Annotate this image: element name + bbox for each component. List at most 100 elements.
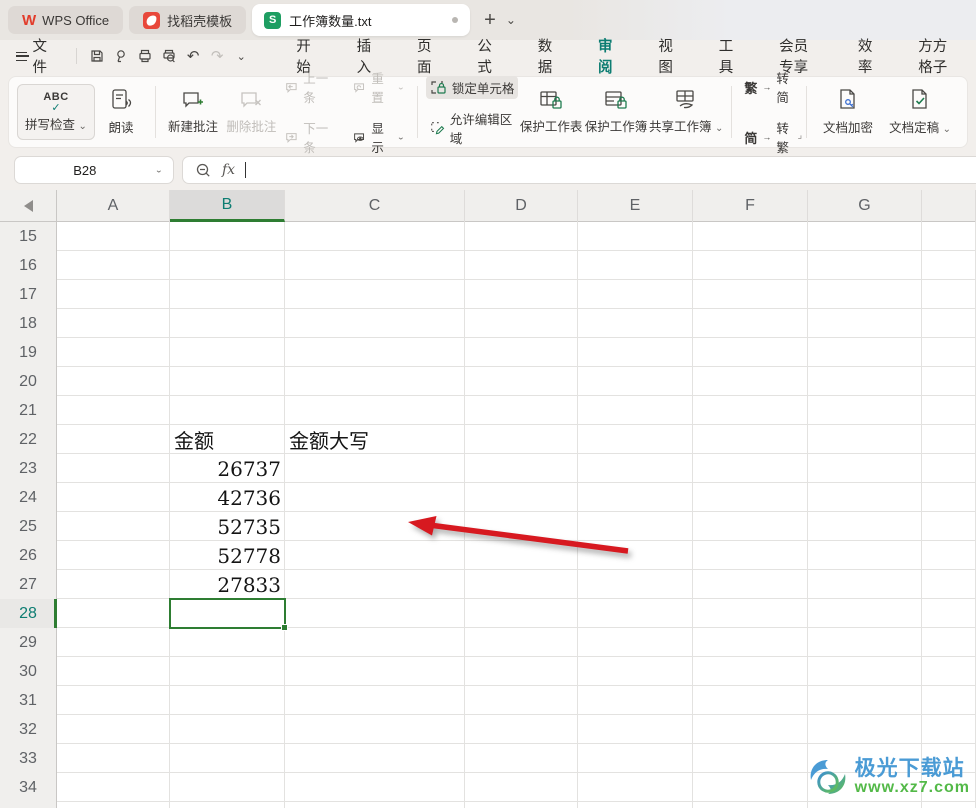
allow-edit-range-button[interactable]: 允许编辑区域	[426, 107, 519, 149]
name-box-chevron-icon[interactable]: ⌄	[155, 166, 163, 175]
new-comment-label: 新建批注	[168, 120, 219, 134]
formula-text-cursor	[245, 162, 247, 178]
lock-cell-button[interactable]: 锁定单元格	[425, 75, 519, 99]
show-icon	[354, 132, 365, 143]
share-workbook-label: 共享工作簿	[648, 120, 712, 134]
allow-edit-range-icon	[431, 122, 445, 135]
spell-check-button[interactable]: ABC ✓ 拼写检查 ⌄	[17, 84, 95, 140]
to-simplified-label: 转简	[776, 72, 789, 105]
export-icon	[117, 50, 125, 63]
reset-icon	[354, 82, 365, 93]
new-comment-button[interactable]: 新建批注	[164, 83, 222, 141]
next-comment-button[interactable]: 下一条	[281, 116, 340, 158]
traditional-to-simplified-button[interactable]: 繁 → 转简	[740, 66, 798, 108]
export-button[interactable]	[111, 45, 131, 67]
next-comment-label: 下一条	[303, 122, 329, 155]
share-workbook-icon	[676, 90, 694, 109]
hamburger-icon	[16, 51, 29, 61]
show-label: 显示	[371, 122, 384, 155]
ribbon-group-document: 文档加密 文档定稿 ⌄	[807, 81, 967, 143]
reset-label: 重置	[371, 72, 384, 105]
name-box[interactable]: B28 ⌄	[14, 156, 174, 184]
delete-comment-label: 删除批注	[226, 120, 277, 134]
simplified-to-traditional-button[interactable]: 简 → 转繁	[740, 116, 798, 158]
spreadsheet-icon: S	[264, 11, 282, 29]
fx-icon[interactable]: fx	[222, 162, 235, 178]
menu-item-page[interactable]: 页面	[403, 30, 449, 82]
ribbon-group-proofing: ABC ✓ 拼写检查 ⌄ 朗读	[9, 81, 155, 143]
file-menu-button[interactable]: 文件	[0, 35, 68, 77]
menu-bar: 文件 ↶ ↷ ⌄ 开始 插入 页面 公式 数据 审阅 视图 工具 会员专享 效率 方方格子	[0, 39, 976, 84]
tab-label: 找稻壳模板	[167, 13, 233, 29]
lock-cell-icon	[431, 80, 446, 94]
read-aloud-button[interactable]: 朗读	[95, 83, 147, 141]
protect-workbook-icon	[605, 91, 627, 109]
save-icon	[91, 50, 103, 62]
save-button[interactable]	[87, 45, 107, 67]
menu-item-data[interactable]: 数据	[524, 30, 570, 82]
document-finalize-label: 文档定稿	[889, 121, 940, 135]
docer-leaf-icon	[143, 11, 161, 29]
menu-item-efficiency[interactable]: 效率	[844, 30, 890, 82]
check-icon: ✓	[51, 101, 61, 114]
previous-comment-icon	[285, 82, 297, 93]
menu-item-review[interactable]: 审阅	[584, 30, 630, 84]
show-comment-button[interactable]: 显示 ⌄	[349, 116, 409, 158]
allow-edit-range-label: 允许编辑区域	[449, 112, 513, 146]
reset-comment-button[interactable]: 重置 ⌄	[349, 66, 409, 108]
new-tab-button[interactable]: +	[478, 9, 502, 32]
tab-label: WPS Office	[42, 12, 110, 28]
previous-comment-button[interactable]: 上一条	[281, 66, 340, 108]
new-comment-icon	[183, 92, 204, 108]
protect-sheet-icon	[540, 91, 562, 109]
tab-docer-templates[interactable]: 找稻壳模板	[129, 6, 247, 34]
delete-comment-icon	[241, 92, 262, 108]
protect-workbook-button[interactable]: 保护工作簿	[583, 83, 649, 141]
protect-sheet-label: 保护工作表	[519, 120, 583, 134]
ribbon-group-convert: 繁 → 转简 简 → 转繁 ⌟	[732, 72, 806, 155]
ribbon-group-comments: 新建批注 删除批注 上一条 下一条 重置 ⌄ 显示 ⌄	[156, 72, 417, 155]
next-comment-icon	[285, 132, 297, 143]
group-expand-icon[interactable]: ⌟	[797, 130, 802, 141]
delete-comment-button[interactable]: 删除批注	[222, 83, 280, 141]
previous-comment-label: 上一条	[303, 72, 329, 105]
spreadsheet-grid[interactable]: 极光下载站 www.xz7.com A B C D E F G 15 16 17 18 19 20 21 2…	[0, 190, 976, 808]
share-workbook-button[interactable]: 共享工作簿 ⌄	[649, 83, 724, 141]
name-box-value: B28	[73, 162, 97, 178]
tab-label: 工作簿数量.txt	[289, 13, 372, 29]
formula-bar[interactable]: fx	[182, 156, 976, 184]
print-preview-icon	[163, 49, 175, 63]
print-icon	[139, 49, 151, 63]
undo-icon: ↶	[186, 48, 200, 65]
to-traditional-label: 转繁	[776, 122, 789, 155]
tab-wps-home[interactable]: W WPS Office	[8, 6, 124, 34]
protect-sheet-button[interactable]: 保护工作表	[519, 83, 583, 141]
tab-list-chevron-icon[interactable]: ⌄	[502, 13, 520, 27]
protect-workbook-label: 保护工作簿	[584, 120, 648, 134]
document-finalize-button[interactable]: 文档定稿 ⌄	[881, 83, 959, 141]
document-encrypt-icon	[840, 89, 855, 109]
read-aloud-label: 朗读	[108, 121, 134, 135]
file-menu-label: 文件	[32, 39, 48, 76]
wps-logo-icon: W	[22, 11, 36, 29]
undo-button[interactable]: ↶	[183, 45, 203, 67]
redo-button[interactable]: ↷	[207, 45, 227, 67]
quick-access-more-button[interactable]: ⌄	[231, 45, 251, 67]
zoom-out-icon[interactable]	[195, 162, 212, 179]
spell-check-icon: ABC	[43, 90, 69, 103]
document-encrypt-button[interactable]: 文档加密	[815, 83, 881, 141]
more-chevron-icon: ⌄	[236, 50, 246, 63]
redo-icon: ↷	[210, 48, 224, 65]
red-annotation-arrow	[408, 516, 629, 554]
tab-modified-dot-icon	[452, 17, 459, 23]
print-button[interactable]	[135, 45, 155, 67]
document-finalize-icon	[912, 89, 927, 109]
menu-item-formula[interactable]: 公式	[463, 30, 509, 82]
divider	[76, 48, 77, 64]
lock-cell-label: 锁定单元格	[451, 81, 515, 96]
menu-item-view[interactable]: 视图	[644, 30, 690, 82]
menu-item-fangfanggezi[interactable]: 方方格子	[904, 30, 969, 82]
spell-check-label: 拼写检查	[25, 117, 76, 132]
traditional-char-icon: 繁	[744, 80, 758, 96]
print-preview-button[interactable]	[159, 45, 179, 67]
